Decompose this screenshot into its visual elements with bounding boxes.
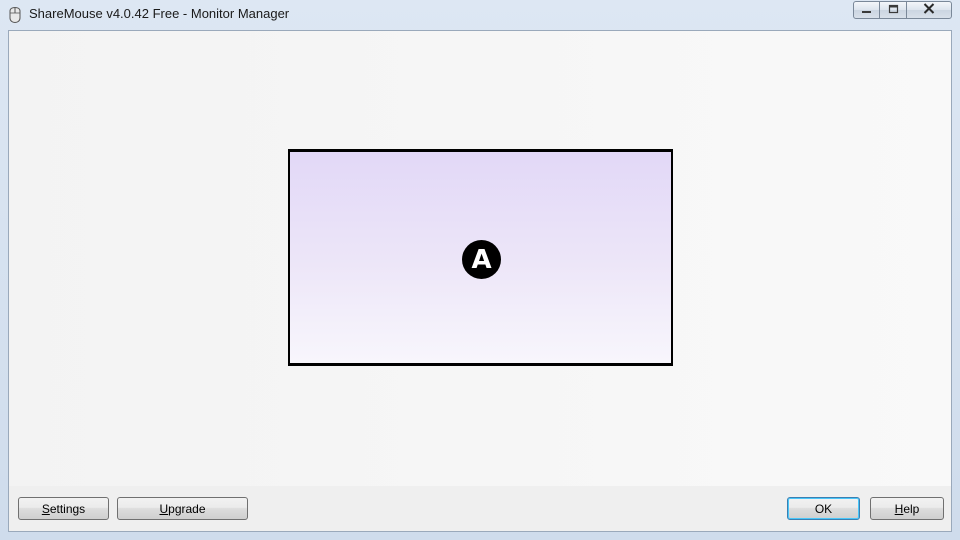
button-bar: Settings Upgrade OK Help bbox=[9, 486, 951, 531]
help-button[interactable]: Help bbox=[870, 497, 944, 520]
help-accelerator: H bbox=[894, 501, 904, 516]
maximize-icon bbox=[888, 1, 899, 19]
monitor-layout-canvas[interactable]: A bbox=[9, 31, 951, 486]
title-bar[interactable]: ShareMouse v4.0.42 Free - Monitor Manage… bbox=[0, 0, 960, 30]
close-icon bbox=[923, 1, 935, 19]
upgrade-button[interactable]: Upgrade bbox=[117, 497, 248, 520]
settings-button[interactable]: Settings bbox=[18, 497, 109, 520]
ok-label: OK bbox=[814, 501, 833, 516]
minimize-icon bbox=[861, 1, 872, 19]
settings-accelerator: S bbox=[41, 501, 50, 516]
ok-button[interactable]: OK bbox=[787, 497, 860, 520]
client-area: A Settings Upgrade OK Help bbox=[8, 30, 952, 532]
maximize-button[interactable] bbox=[880, 1, 906, 19]
upgrade-label-rest: pgrade bbox=[168, 501, 206, 516]
monitor-label-badge: A bbox=[462, 240, 501, 279]
minimize-button[interactable] bbox=[853, 1, 880, 19]
help-label-rest: elp bbox=[903, 501, 920, 516]
mouse-app-icon[interactable] bbox=[8, 6, 22, 24]
settings-label-rest: ettings bbox=[49, 501, 86, 516]
upgrade-accelerator: U bbox=[159, 501, 169, 516]
window-title: ShareMouse v4.0.42 Free - Monitor Manage… bbox=[29, 6, 290, 21]
monitor-a[interactable]: A bbox=[288, 149, 673, 366]
monitor-manager-window: ShareMouse v4.0.42 Free - Monitor Manage… bbox=[0, 0, 960, 540]
window-controls bbox=[853, 1, 952, 21]
close-button[interactable] bbox=[906, 1, 952, 19]
